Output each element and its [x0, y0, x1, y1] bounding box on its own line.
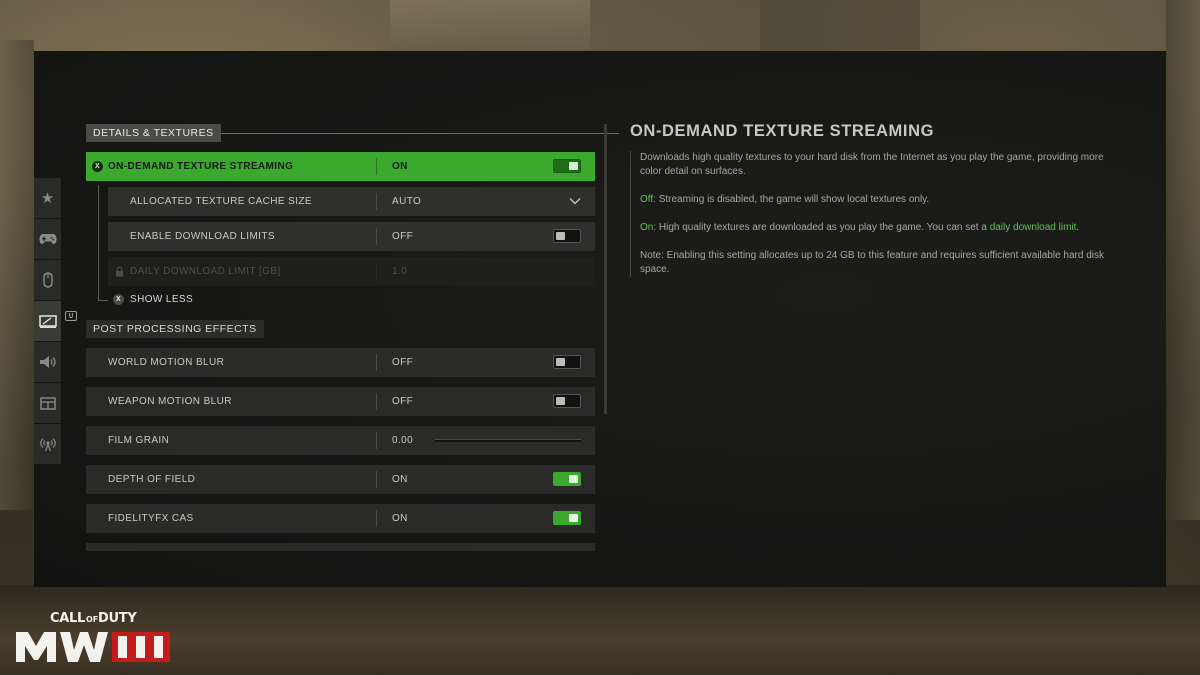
description-on: On: High quality textures are downloaded… — [640, 221, 1110, 235]
background-ground — [0, 585, 1200, 675]
section-divider — [220, 132, 619, 134]
setting-value: AUTO — [392, 196, 422, 207]
row-divider — [376, 228, 377, 245]
row-divider — [376, 354, 377, 371]
setting-row-allocated-texture-cache-size[interactable]: ALLOCATED TEXTURE CACHE SIZE AUTO — [108, 187, 595, 216]
display-icon — [38, 314, 57, 328]
mouse-icon — [42, 272, 53, 288]
off-text: Streaming is disabled, the game will sho… — [655, 194, 930, 205]
settings-category-nav: ★ — [34, 178, 61, 465]
setting-label: DEPTH OF FIELD — [108, 474, 196, 485]
nav-item-interface[interactable] — [34, 383, 61, 423]
setting-row-on-demand-texture-streaming[interactable]: X ON-DEMAND TEXTURE STREAMING ON — [86, 152, 595, 181]
setting-row-world-motion-blur[interactable]: WORLD MOTION BLUR OFF — [86, 348, 595, 377]
daily-download-limit-link[interactable]: daily download limit — [990, 222, 1077, 233]
mwiii-logo-graphic: CALL OF DUTY — [16, 611, 170, 662]
nav-item-graphics[interactable] — [34, 301, 61, 341]
toggle-switch[interactable] — [553, 472, 581, 486]
setting-value: OFF — [392, 396, 414, 407]
toggle-switch[interactable] — [553, 511, 581, 525]
nav-item-mouse[interactable] — [34, 260, 61, 300]
x-button-icon: X — [113, 294, 124, 305]
nav-item-network[interactable] — [34, 424, 61, 464]
setting-row-fidelityfx-cas[interactable]: FIDELITYFX CAS ON — [86, 504, 595, 533]
row-divider — [376, 158, 377, 175]
on-end: . — [1076, 222, 1080, 233]
row-divider — [376, 471, 377, 488]
nav-item-favorites[interactable]: ★ — [34, 178, 61, 218]
background-building-top-right — [760, 0, 920, 50]
setting-row-weapon-motion-blur[interactable]: WEAPON MOTION BLUR OFF — [86, 387, 595, 416]
row-divider — [376, 432, 377, 449]
setting-label: ALLOCATED TEXTURE CACHE SIZE — [130, 196, 312, 207]
show-less-button[interactable]: X SHOW LESS — [113, 294, 193, 305]
setting-label: FILM GRAIN — [108, 435, 170, 446]
interface-icon — [39, 396, 56, 410]
setting-label: WEAPON MOTION BLUR — [108, 396, 232, 407]
setting-label: ON-DEMAND TEXTURE STREAMING — [108, 161, 294, 172]
setting-row-film-grain[interactable]: FILM GRAIN 0.00 — [86, 426, 595, 455]
on-text: High quality textures are downloaded as … — [656, 222, 990, 233]
row-divider — [376, 393, 377, 410]
row-divider — [376, 263, 377, 280]
mwiii-logo: CALL OF DUTY — [14, 608, 174, 664]
keybind-hint-badge: U — [65, 311, 77, 321]
setting-value: ON — [392, 474, 408, 485]
toggle-switch[interactable] — [553, 394, 581, 408]
row-divider — [376, 193, 377, 210]
svg-text:OF: OF — [86, 615, 98, 624]
setting-value: 1.0 — [392, 266, 408, 277]
section-header-details-textures: DETAILS & TEXTURES — [86, 124, 619, 142]
subsetting-tree-line — [98, 185, 99, 301]
controller-icon — [39, 234, 56, 244]
setting-row-depth-of-field[interactable]: DEPTH OF FIELD ON — [86, 465, 595, 494]
setting-row-enable-download-limits[interactable]: ENABLE DOWNLOAD LIMITS OFF — [108, 222, 595, 251]
description-body: Downloads high quality textures to your … — [630, 151, 1110, 277]
setting-label: DAILY DOWNLOAD LIMIT [GB] — [130, 266, 281, 277]
setting-label: FIDELITYFX CAS — [108, 513, 194, 524]
setting-value: 0.00 — [392, 435, 414, 446]
setting-row-daily-download-limit: DAILY DOWNLOAD LIMIT [GB] 1.0 — [108, 257, 595, 286]
settings-scrollbar[interactable] — [604, 124, 607, 414]
toggle-switch[interactable] — [553, 229, 581, 243]
background-building-left — [0, 40, 34, 510]
subsetting-tree-branch — [98, 300, 108, 301]
speaker-icon — [39, 356, 56, 368]
nav-item-controller[interactable] — [34, 219, 61, 259]
film-grain-slider[interactable] — [435, 439, 581, 442]
toggle-switch[interactable] — [553, 355, 581, 369]
chevron-down-icon[interactable] — [569, 197, 581, 205]
description-note: Note: Enabling this setting allocates up… — [640, 250, 1104, 275]
setting-label: WORLD MOTION BLUR — [108, 357, 225, 368]
nav-item-audio[interactable] — [34, 342, 61, 382]
off-label: Off: — [640, 194, 656, 205]
star-icon: ★ — [40, 190, 55, 207]
setting-row-partial[interactable] — [86, 543, 595, 551]
background-building-right — [1166, 0, 1200, 520]
setting-description-pane: ON-DEMAND TEXTURE STREAMING Downloads hi… — [630, 122, 1110, 291]
background-building-top — [390, 0, 590, 50]
setting-label: ENABLE DOWNLOAD LIMITS — [130, 231, 275, 242]
setting-value: OFF — [392, 231, 414, 242]
section-title: POST PROCESSING EFFECTS — [86, 320, 264, 338]
show-less-label: SHOW LESS — [130, 294, 194, 305]
setting-value: ON — [392, 513, 408, 524]
section-header-post-processing: POST PROCESSING EFFECTS — [86, 320, 264, 338]
description-off: Off: Streaming is disabled, the game wil… — [640, 193, 1110, 207]
setting-value: ON — [392, 161, 408, 172]
network-icon — [39, 438, 56, 452]
toggle-switch[interactable] — [553, 159, 581, 173]
row-divider — [376, 510, 377, 527]
svg-text:CALL: CALL — [50, 611, 85, 626]
description-title: ON-DEMAND TEXTURE STREAMING — [630, 122, 935, 140]
on-label: On: — [640, 222, 657, 233]
section-title: DETAILS & TEXTURES — [86, 124, 221, 142]
setting-value: OFF — [392, 357, 414, 368]
description-intro: Downloads high quality textures to your … — [640, 152, 1104, 177]
svg-text:DUTY: DUTY — [98, 611, 137, 626]
